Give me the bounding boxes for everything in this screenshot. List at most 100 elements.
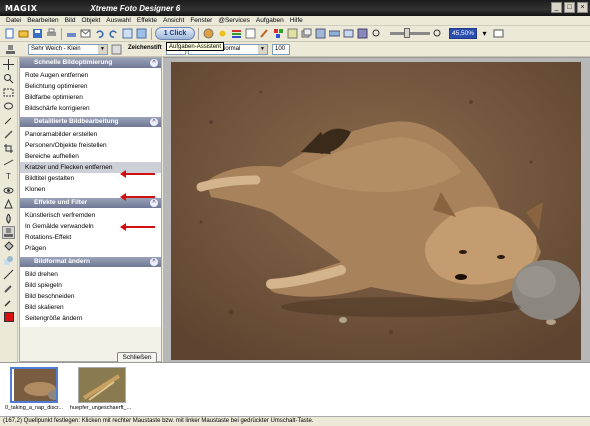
zoom-dropdown-icon[interactable]: ▾ <box>478 27 491 40</box>
task-item[interactable]: Klonen <box>20 184 161 195</box>
lasso-icon[interactable] <box>2 100 15 113</box>
thumbnail[interactable] <box>78 367 126 403</box>
annotation-arrow <box>120 193 155 201</box>
menu-fenster[interactable]: Fenster <box>187 17 215 24</box>
straighten-icon[interactable] <box>2 156 15 169</box>
drop-icon[interactable] <box>2 212 15 225</box>
task-item[interactable]: Bild beschneiden <box>20 291 161 302</box>
text-icon[interactable] <box>244 27 257 40</box>
dodge-icon[interactable] <box>2 198 15 211</box>
task-item[interactable]: Seitengröße ändern <box>20 313 161 324</box>
print-icon[interactable] <box>45 27 58 40</box>
task-item[interactable]: Prägen <box>20 243 161 254</box>
menu-auswahl[interactable]: Auswahl <box>103 17 134 24</box>
task-item[interactable]: Bereiche aufhellen <box>20 151 161 162</box>
chevron-up-icon[interactable]: ^ <box>150 118 158 126</box>
task-item[interactable]: Belichtung optimieren <box>20 81 161 92</box>
chevron-up-icon[interactable]: ^ <box>150 199 158 207</box>
brush-icon[interactable] <box>258 27 271 40</box>
brush-size-select[interactable]: Sehr Weich - Klein ▼ <box>28 44 108 55</box>
main-toolbar: 1 Click 45,50% ▾ <box>0 26 590 42</box>
task-item[interactable]: Rote Augen entfernen <box>20 70 161 81</box>
menu-datei[interactable]: Datei <box>3 17 24 24</box>
line-tool-icon[interactable] <box>2 268 15 281</box>
task-item[interactable]: Bild skalieren <box>20 302 161 313</box>
panorama-icon[interactable] <box>328 27 341 40</box>
section-header[interactable]: Schnelle Bildoptimierung ^ <box>20 58 161 68</box>
wolf-photo[interactable] <box>171 62 581 360</box>
sun-icon[interactable] <box>216 27 229 40</box>
one-click-button[interactable]: 1 Click <box>155 27 195 40</box>
image-canvas[interactable] <box>163 57 590 362</box>
zoom-slider-thumb[interactable] <box>404 28 410 38</box>
save-icon[interactable] <box>31 27 44 40</box>
clone-stamp-icon[interactable] <box>2 226 15 239</box>
web-icon[interactable] <box>356 27 369 40</box>
eye-icon[interactable] <box>2 184 15 197</box>
foreground-color-swatch[interactable] <box>2 310 15 323</box>
thumbnail-selected[interactable] <box>10 367 58 403</box>
chevron-up-icon[interactable]: ^ <box>150 258 158 266</box>
eyedropper-icon[interactable] <box>2 296 15 309</box>
minimize-button[interactable]: _ <box>551 2 562 13</box>
zoom-out-icon[interactable] <box>370 27 383 40</box>
brush-tool-icon[interactable] <box>2 282 15 295</box>
slideshow-icon[interactable] <box>342 27 355 40</box>
menu-objekt[interactable]: Objekt <box>78 17 103 24</box>
menu-bild[interactable]: Bild <box>62 17 79 24</box>
menu-bar: Datei Bearbeiten Bild Objekt Auswahl Eff… <box>0 16 590 26</box>
new-file-icon[interactable] <box>3 27 16 40</box>
effects-icon[interactable] <box>314 27 327 40</box>
levels-icon[interactable] <box>230 27 243 40</box>
task-item[interactable]: Panoramabilder erstellen <box>20 129 161 140</box>
menu-effekte[interactable]: Effekte <box>134 17 160 24</box>
color-wheel-icon[interactable] <box>202 27 215 40</box>
scan-icon[interactable] <box>65 27 78 40</box>
grid-icon[interactable] <box>121 27 134 40</box>
brush-settings-icon[interactable] <box>110 43 123 56</box>
crop-icon[interactable] <box>2 142 15 155</box>
task-item[interactable]: Bild drehen <box>20 269 161 280</box>
undo-icon[interactable] <box>93 27 106 40</box>
fit-window-icon[interactable] <box>492 27 505 40</box>
open-folder-icon[interactable] <box>17 27 30 40</box>
maximize-button[interactable]: □ <box>564 2 575 13</box>
rect-select-icon[interactable] <box>2 86 15 99</box>
section-header[interactable]: Detaillierte Bildbearbeitung ^ <box>20 117 161 127</box>
chevron-up-icon[interactable]: ^ <box>150 59 158 67</box>
fill-bucket-icon[interactable] <box>2 240 15 253</box>
menu-aufgaben[interactable]: Aufgaben <box>253 17 287 24</box>
task-item[interactable]: Bild spiegeln <box>20 280 161 291</box>
move-tool-icon[interactable] <box>2 58 15 71</box>
magic-wand-icon[interactable] <box>2 114 15 127</box>
close-button[interactable]: × <box>577 2 588 13</box>
layers-icon[interactable] <box>300 27 313 40</box>
menu-ansicht[interactable]: Ansicht <box>160 17 187 24</box>
zoom-tool-icon[interactable] <box>2 72 15 85</box>
pen-icon[interactable] <box>2 128 15 141</box>
section-header[interactable]: Effekte und Filter ^ <box>20 198 161 208</box>
task-item[interactable]: Bildschärfe korrigieren <box>20 103 161 114</box>
task-item[interactable]: Künstlerisch verfremden <box>20 210 161 221</box>
stamp-tool-icon <box>4 43 17 56</box>
shapes-icon[interactable] <box>2 254 15 267</box>
opacity-input[interactable]: 100 <box>272 44 290 55</box>
image-icon[interactable] <box>135 27 148 40</box>
menu-bearbeiten[interactable]: Bearbeiten <box>24 17 61 24</box>
task-item-selected[interactable]: Kratzer und Flecken entfernen <box>20 162 161 173</box>
task-item[interactable]: Bildfarbe optimieren <box>20 92 161 103</box>
email-icon[interactable] <box>79 27 92 40</box>
frame-icon[interactable] <box>286 27 299 40</box>
zoom-slider[interactable] <box>390 28 430 38</box>
window-title: Xtreme Foto Designer 6 <box>90 3 181 13</box>
zoom-in-icon[interactable] <box>431 27 444 40</box>
redo-icon[interactable] <box>107 27 120 40</box>
rgb-icon[interactable] <box>272 27 285 40</box>
task-item[interactable]: Personen/Objekte freistellen <box>20 140 161 151</box>
text-tool-icon[interactable]: T <box>2 170 15 183</box>
task-item[interactable]: Rotations-Effekt <box>20 232 161 243</box>
menu-hilfe[interactable]: Hilfe <box>287 17 306 24</box>
menu-services[interactable]: @Services <box>215 17 253 24</box>
zoom-level-select[interactable]: 45,50% <box>449 28 477 39</box>
section-header[interactable]: Bildformat ändern ^ <box>20 257 161 267</box>
